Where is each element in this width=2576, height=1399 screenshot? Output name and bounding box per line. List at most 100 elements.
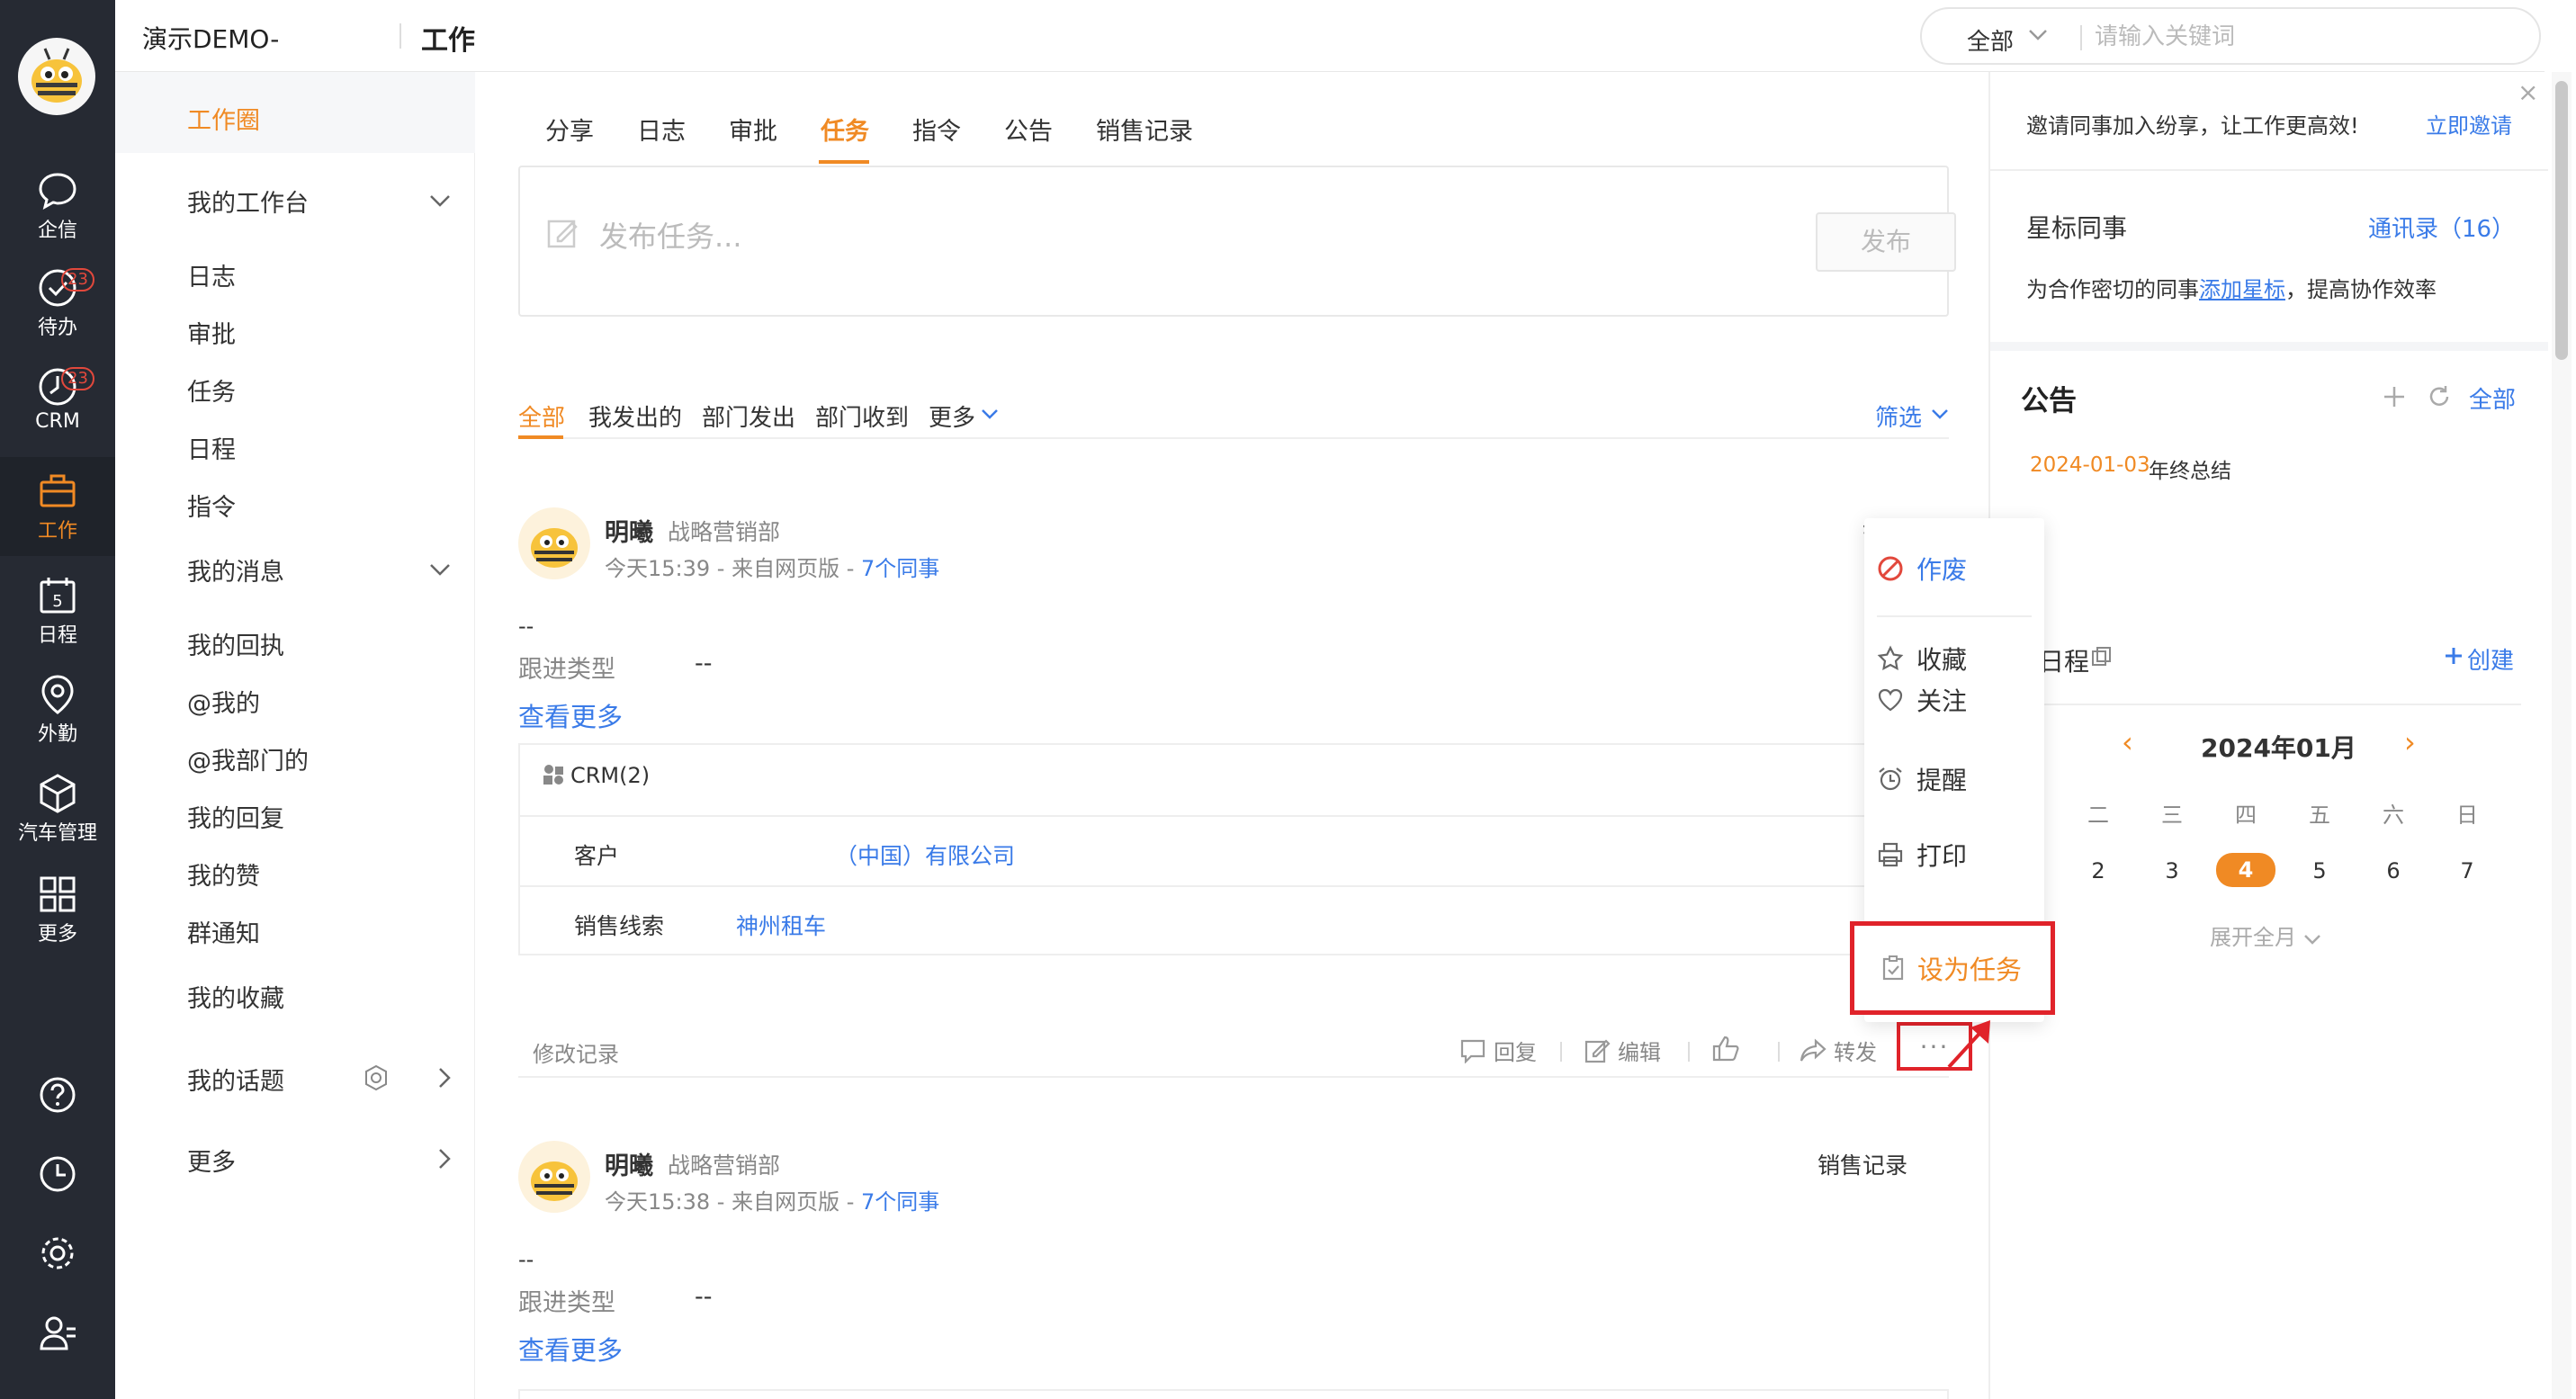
tab-share[interactable]: 分享 [545,112,594,147]
calendar-day[interactable]: 5 [2302,858,2338,883]
tab-directive[interactable]: 指令 [912,112,961,147]
copy-icon[interactable] [2091,646,2113,668]
like-button[interactable] [1711,1035,1740,1062]
refresh-icon[interactable] [2428,385,2451,408]
subnav-item-at-dept[interactable]: @我部门的 [187,741,309,776]
view-more-link[interactable]: 查看更多 [518,696,623,734]
crm-row: 销售线索 神州租车 [520,885,1951,955]
subnav-item-group-notice[interactable]: 群通知 [187,914,260,949]
chevron-down-icon[interactable] [1931,408,1949,419]
tab-notice[interactable]: 公告 [1004,112,1053,147]
subnav-item-approval[interactable]: 审批 [187,315,236,350]
rail-item-work[interactable]: 工作 [0,457,115,556]
chevron-down-icon[interactable] [2028,29,2048,41]
company-name[interactable]: 演示DEMO- [142,20,279,56]
calendar-day[interactable]: 3 [2154,858,2190,883]
scrollbar[interactable] [2552,72,2572,1399]
search-scope-select[interactable]: 全部 [1967,23,2014,57]
filter-dept-sent[interactable]: 部门发出 [702,399,795,433]
subnav-item-workbench[interactable]: 我的工作台 [187,184,309,219]
calendar-day[interactable]: 2 [2080,858,2116,883]
notice-item[interactable]: 年终总结 [2149,453,2231,484]
rail-item-qixin[interactable]: 企信 [0,169,115,268]
tab-task[interactable]: 任务 [821,112,869,147]
add-star-link[interactable]: 添加星标 [2199,277,2285,302]
avatar[interactable] [518,507,590,579]
calendar-day-today[interactable]: 4 [2216,853,2275,887]
view-more-link[interactable]: 查看更多 [518,1330,623,1368]
history-button[interactable] [0,1143,115,1206]
scrollbar-thumb[interactable] [2555,81,2568,360]
topic-settings-icon[interactable] [362,1063,390,1092]
create-schedule-link[interactable]: 创建 [2467,642,2514,676]
avatar[interactable] [518,1141,590,1213]
subnav-item-receipt[interactable]: 我的回执 [187,626,284,661]
subnav-item-replies[interactable]: 我的回复 [187,799,284,834]
crm-customer-link[interactable]: （中国）有限公司 [835,839,1015,871]
help-button[interactable] [0,1063,115,1126]
subnav-item-favorites[interactable]: 我的收藏 [187,979,284,1014]
plus-icon[interactable] [2444,646,2464,666]
post-author[interactable]: 明曦 [605,1146,653,1181]
tab-log[interactable]: 日志 [637,112,686,147]
subnav-item-at-me[interactable]: @我的 [187,684,260,719]
post-colleagues-link[interactable]: 7个同事 [861,1189,939,1215]
post-meta: 今天15:39 - 来自网页版 - 7个同事 [605,551,939,582]
subnav-item-more[interactable]: 更多 [187,1143,236,1178]
tab-sales-record[interactable]: 销售记录 [1096,112,1193,147]
chevron-down-icon[interactable] [981,408,999,419]
close-icon[interactable]: × [2518,77,2538,107]
menu-item-set-as-task[interactable]: 设为任务 [1850,921,2055,1015]
chevron-right-icon[interactable] [438,1067,451,1089]
rail-item-crm[interactable]: CRM 23 [0,365,115,464]
filter-more[interactable]: 更多 [929,399,975,433]
settings-button[interactable] [0,1222,115,1285]
search-input[interactable] [2095,20,2509,54]
subnav-item-log[interactable]: 日志 [187,257,236,292]
subnav-item-directive[interactable]: 指令 [187,488,236,523]
rail-item-field[interactable]: 外勤 [0,673,115,772]
publish-button[interactable]: 发布 [1816,212,1956,272]
post-colleagues-link[interactable]: 7个同事 [861,556,939,581]
calendar-day[interactable]: 6 [2375,858,2411,883]
task-composer[interactable]: 发布任务... 发布 [518,166,1956,317]
rail-item-car[interactable]: 汽车管理 [0,772,115,871]
chevron-left-icon[interactable]: ‹ [2122,725,2133,759]
subnav-item-topics[interactable]: 我的话题 [187,1062,284,1097]
app-logo[interactable] [18,38,95,115]
calendar-day[interactable]: 7 [2449,858,2485,883]
filter-all[interactable]: 全部 [518,399,565,433]
chevron-right-icon[interactable]: › [2404,725,2416,759]
chevron-down-icon[interactable] [429,194,451,207]
tab-approval[interactable]: 审批 [729,112,777,147]
subnav-item-work-circle[interactable]: 工作圈 [115,72,475,153]
forward-button[interactable]: 转发 [1800,1035,1877,1066]
invite-link[interactable]: 立即邀请 [2426,108,2512,139]
chevron-down-icon[interactable] [429,563,451,576]
reply-button[interactable]: 回复 [1459,1035,1537,1066]
menu-item-remind[interactable]: 提醒 [1864,752,2044,806]
notice-all-link[interactable]: 全部 [2469,381,2516,415]
filter-button[interactable]: 筛选 [1875,399,1922,433]
edit-button[interactable]: 编辑 [1584,1035,1661,1066]
rail-item-schedule[interactable]: 5 日程 [0,574,115,673]
filter-dept-received[interactable]: 部门收到 [815,399,909,433]
subnav-item-schedule[interactable]: 日程 [187,430,236,465]
rail-item-more[interactable]: 更多 [0,873,115,972]
subnav-item-likes[interactable]: 我的赞 [187,856,260,892]
modify-log-link[interactable]: 修改记录 [533,1036,619,1068]
menu-item-void[interactable]: 作废 [1864,542,2044,596]
expand-month-button[interactable]: 展开全月 [2210,919,2321,951]
subnav-item-task[interactable]: 任务 [187,372,236,408]
menu-item-follow[interactable]: 关注 [1864,673,2044,727]
subnav-item-messages[interactable]: 我的消息 [187,552,284,587]
chevron-right-icon[interactable] [438,1148,451,1170]
plus-icon[interactable] [2383,385,2406,408]
post-author[interactable]: 明曦 [605,513,653,548]
crm-lead-link[interactable]: 神州租车 [736,909,826,941]
contacts-link[interactable]: 通讯录（16） [2368,211,2515,244]
filter-sent-by-me[interactable]: 我发出的 [588,399,682,433]
rail-item-todo[interactable]: 待办 23 [0,266,115,365]
menu-item-print[interactable]: 打印 [1864,828,2044,882]
profile-button[interactable] [0,1301,115,1364]
